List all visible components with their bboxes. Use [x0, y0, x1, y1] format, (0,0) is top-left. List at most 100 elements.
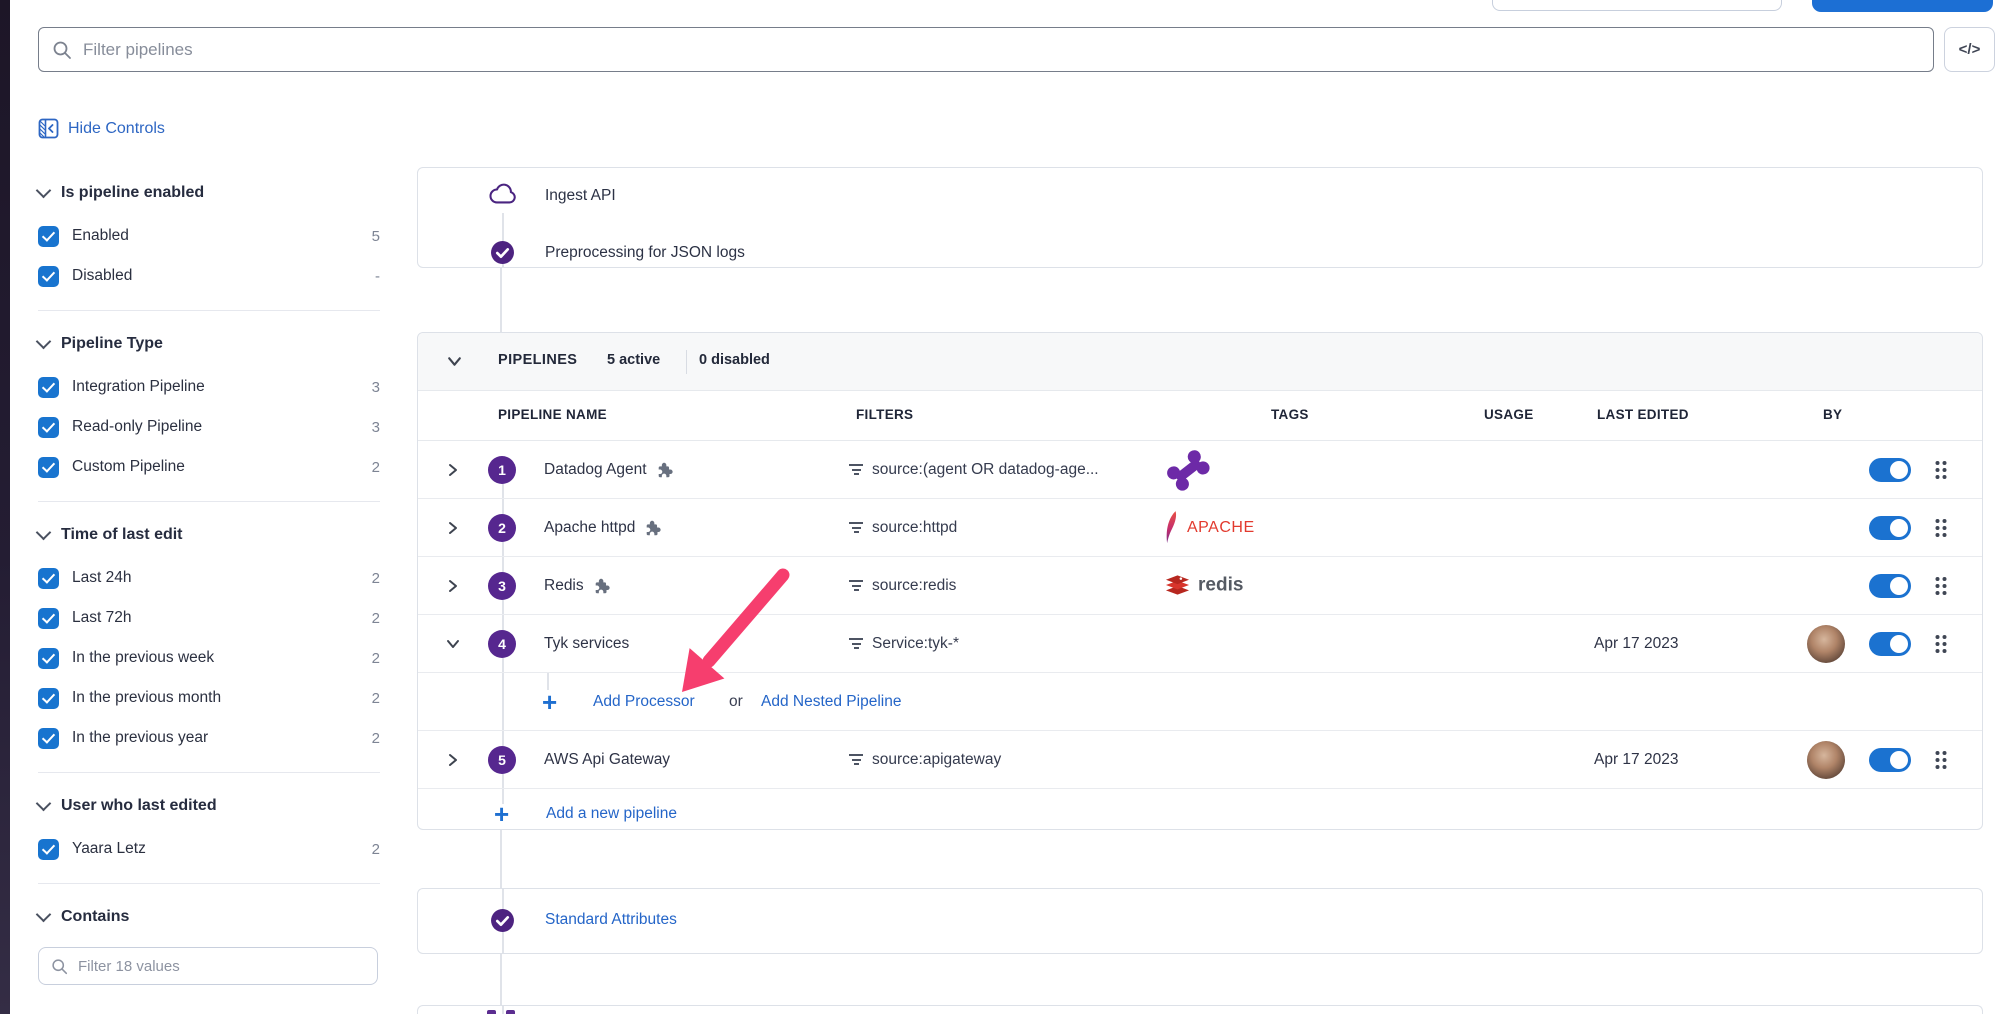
pipeline-name[interactable]: AWS Api Gateway: [544, 751, 670, 769]
chevron-down-icon[interactable]: [445, 636, 461, 652]
col-by: BY: [1823, 407, 1842, 422]
facet-group-header[interactable]: Pipeline Type: [38, 332, 380, 356]
pipeline-name[interactable]: Tyk services: [544, 635, 629, 653]
pipeline-order-badge: 1: [488, 456, 516, 484]
facet-item-label: In the previous week: [72, 649, 214, 667]
drag-handle-icon[interactable]: [1934, 750, 1948, 770]
checkbox-checked[interactable]: [38, 648, 59, 669]
facet-item[interactable]: Disabled -: [38, 263, 380, 289]
pipeline-search-bar[interactable]: Filter pipelines: [38, 27, 1934, 72]
add-new-pipeline-link[interactable]: Add a new pipeline: [546, 805, 677, 823]
pipeline-filter: source:httpd: [849, 519, 957, 537]
facet-group-header[interactable]: Contains: [38, 905, 380, 929]
chevron-right-icon[interactable]: [445, 462, 461, 478]
plus-icon[interactable]: +: [492, 804, 511, 824]
pipeline-name[interactable]: Apache httpd: [544, 519, 662, 537]
checkbox-checked[interactable]: [38, 608, 59, 629]
topbar-partial-primary-button[interactable]: [1812, 0, 1993, 12]
pipeline-connector-line: [502, 1006, 504, 1014]
facet-item-label: Read-only Pipeline: [72, 418, 202, 436]
code-view-button[interactable]: </>: [1944, 27, 1995, 72]
plus-icon[interactable]: +: [540, 692, 559, 712]
filter-query: source:redis: [872, 577, 956, 595]
pipeline-filter: source:redis: [849, 577, 956, 595]
last-edited-date: Apr 17 2023: [1594, 751, 1678, 769]
facet-group-header[interactable]: Time of last edit: [38, 523, 380, 547]
facet-group-header[interactable]: User who last edited: [38, 794, 380, 818]
facet-group-header[interactable]: Is pipeline enabled: [38, 181, 380, 205]
pipeline-name[interactable]: Datadog Agent: [544, 461, 674, 479]
apache-logo-text: APACHE: [1187, 519, 1255, 537]
avatar[interactable]: [1807, 625, 1845, 663]
facet-item[interactable]: Custom Pipeline 2: [38, 454, 380, 480]
pipeline-name-label: Tyk services: [544, 635, 629, 653]
topbar-partial-input[interactable]: [1492, 0, 1782, 11]
add-processor-link[interactable]: Add Processor: [593, 693, 695, 711]
facet-item[interactable]: In the previous month 2: [38, 685, 380, 711]
tag-cell: APACHE: [1164, 510, 1255, 546]
facet-sidebar: Hide Controls Is pipeline enabled Enable…: [38, 118, 380, 985]
chevron-down-icon[interactable]: [446, 353, 463, 370]
drag-handle-icon[interactable]: [1934, 576, 1948, 596]
chevron-down-icon: [36, 907, 52, 923]
chevron-down-icon: [36, 525, 52, 541]
search-placeholder: Filter pipelines: [83, 40, 193, 60]
enable-toggle[interactable]: [1869, 458, 1911, 482]
drag-handle-icon[interactable]: [1934, 634, 1948, 654]
drag-handle-icon[interactable]: [1934, 460, 1948, 480]
pipeline-name[interactable]: Redis: [544, 577, 611, 595]
pipelines-section-header[interactable]: PIPELINES 5 active 0 disabled: [418, 333, 1982, 391]
enable-toggle[interactable]: [1869, 574, 1911, 598]
checkbox-checked[interactable]: [38, 226, 59, 247]
facet-group-title: Pipeline Type: [61, 335, 163, 353]
chevron-right-icon[interactable]: [445, 520, 461, 536]
pipeline-connector-line: [500, 954, 502, 1005]
facet-item-label: Yaara Letz: [72, 840, 146, 858]
checkbox-checked[interactable]: [38, 568, 59, 589]
filter-lines-icon: [849, 522, 863, 533]
facet-item[interactable]: Yaara Letz 2: [38, 836, 380, 862]
facet-group-title: Is pipeline enabled: [61, 184, 204, 202]
avatar[interactable]: [1807, 741, 1845, 779]
facet-item-label: In the previous year: [72, 729, 208, 747]
facet-item[interactable]: Last 72h 2: [38, 605, 380, 631]
facet-item-count: 2: [372, 570, 380, 587]
app-nav-rail: [0, 0, 10, 1014]
chevron-right-icon[interactable]: [445, 752, 461, 768]
enable-toggle[interactable]: [1869, 748, 1911, 772]
facet-item[interactable]: In the previous year 2: [38, 725, 380, 751]
table-row: 4 Tyk services Service:tyk-* Apr 17 2023: [418, 615, 1982, 673]
checkbox-checked[interactable]: [38, 457, 59, 478]
standard-attributes-card: Standard Attributes: [417, 888, 1983, 954]
contains-filter-input[interactable]: Filter 18 values: [38, 947, 378, 985]
ingest-card: Ingest API Preprocessing for JSON logs: [417, 167, 1983, 268]
hide-controls-button[interactable]: Hide Controls: [38, 118, 380, 139]
facet-item[interactable]: Integration Pipeline 3: [38, 374, 380, 400]
standard-attributes-link[interactable]: Standard Attributes: [545, 911, 677, 929]
drag-handle-icon[interactable]: [1934, 518, 1948, 538]
facet-item[interactable]: Last 24h 2: [38, 565, 380, 591]
pipeline-filter: source:apigateway: [849, 751, 1001, 769]
facet-item[interactable]: Read-only Pipeline 3: [38, 414, 380, 440]
divider: [38, 310, 380, 311]
search-icon: [52, 40, 72, 60]
facet-item[interactable]: Enabled 5: [38, 223, 380, 249]
pipeline-name-label: Redis: [544, 577, 584, 595]
tag-cell: redis: [1164, 573, 1243, 598]
enable-toggle[interactable]: [1869, 632, 1911, 656]
facet-item-label: Custom Pipeline: [72, 458, 185, 476]
add-nested-pipeline-link[interactable]: Add Nested Pipeline: [761, 693, 901, 711]
checkbox-checked[interactable]: [38, 728, 59, 749]
enable-toggle[interactable]: [1869, 516, 1911, 540]
datadog-bone-icon: [1164, 448, 1212, 492]
tag-cell: [1164, 448, 1212, 492]
checkbox-checked[interactable]: [38, 839, 59, 860]
checkbox-checked[interactable]: [38, 688, 59, 709]
checkbox-checked[interactable]: [38, 417, 59, 438]
checkbox-checked[interactable]: [38, 377, 59, 398]
facet-item-label: Enabled: [72, 227, 129, 245]
checkbox-checked[interactable]: [38, 266, 59, 287]
preprocessing-label[interactable]: Preprocessing for JSON logs: [545, 244, 745, 262]
chevron-right-icon[interactable]: [445, 578, 461, 594]
facet-item[interactable]: In the previous week 2: [38, 645, 380, 671]
